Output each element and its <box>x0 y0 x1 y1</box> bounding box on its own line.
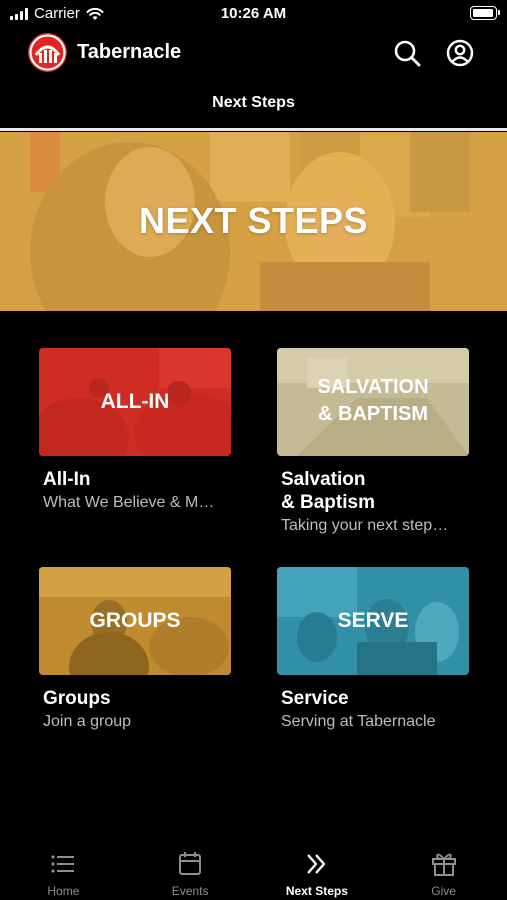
card-title: Service <box>281 688 349 709</box>
card-thumbnail[interactable]: SALVATION & BAPTISM <box>277 348 469 456</box>
battery-fill <box>473 9 493 17</box>
page-title: Next Steps <box>212 94 295 111</box>
title-underline <box>0 128 507 131</box>
tabernacle-logo-icon[interactable] <box>28 33 67 72</box>
list-icon <box>51 855 75 873</box>
tab-home[interactable]: Home <box>0 840 127 900</box>
card-groups[interactable]: GROUPS Groups Join a group <box>39 567 231 732</box>
status-bar: Carrier 10:26 AM <box>0 0 507 28</box>
card-salvation-baptism[interactable]: SALVATION & BAPTISM Salvation & Baptism … <box>277 348 469 536</box>
hero-banner[interactable]: NEXT STEPS <box>0 132 507 311</box>
gift-icon <box>431 853 456 876</box>
app-name: Tabernacle <box>77 41 182 63</box>
calendar-icon <box>179 852 202 875</box>
battery-icon <box>470 6 500 20</box>
tab-bar: Home Events Next Steps Give <box>0 840 507 900</box>
card-thumb-label: GROUPS <box>89 609 181 632</box>
tab-label: Home <box>47 884 80 898</box>
search-icon[interactable] <box>392 38 422 68</box>
card-thumb-label: SERVE <box>337 609 409 632</box>
status-time: 10:26 AM <box>220 5 287 22</box>
double-chevron-icon <box>306 854 326 874</box>
tab-give[interactable]: Give <box>380 840 507 900</box>
card-all-in[interactable]: ALL-IN All-In What We Believe & M… <box>39 348 231 513</box>
card-thumbnail[interactable]: SERVE <box>277 567 469 675</box>
card-title-line2: & Baptism <box>281 492 375 513</box>
tab-label: Next Steps <box>285 884 348 898</box>
card-thumb-label-line1: SALVATION <box>317 376 429 398</box>
app-header: Tabernacle <box>0 28 507 78</box>
card-title: All-In <box>43 469 91 490</box>
card-subtitle: What We Believe & M… <box>43 494 215 511</box>
card-title: Groups <box>43 688 111 709</box>
card-subtitle: Taking your next step… <box>281 517 449 534</box>
tab-events[interactable]: Events <box>127 840 254 900</box>
card-thumb-label: ALL-IN <box>100 390 170 413</box>
card-thumb-label-line2: & BAPTISM <box>318 403 428 425</box>
card-title-line1: Salvation <box>281 469 366 490</box>
card-subtitle: Join a group <box>43 713 132 730</box>
card-subtitle: Serving at Tabernacle <box>281 713 436 730</box>
tab-label: Give <box>431 884 456 898</box>
hero-title: NEXT STEPS <box>138 200 369 241</box>
profile-icon[interactable] <box>445 38 475 68</box>
card-service[interactable]: SERVE Service Serving at Tabernacle <box>277 567 469 732</box>
tab-label: Events <box>171 884 209 898</box>
tab-next-steps[interactable]: Next Steps <box>254 840 381 900</box>
card-thumbnail[interactable]: ALL-IN <box>39 348 231 456</box>
card-thumbnail[interactable]: GROUPS <box>39 567 231 675</box>
